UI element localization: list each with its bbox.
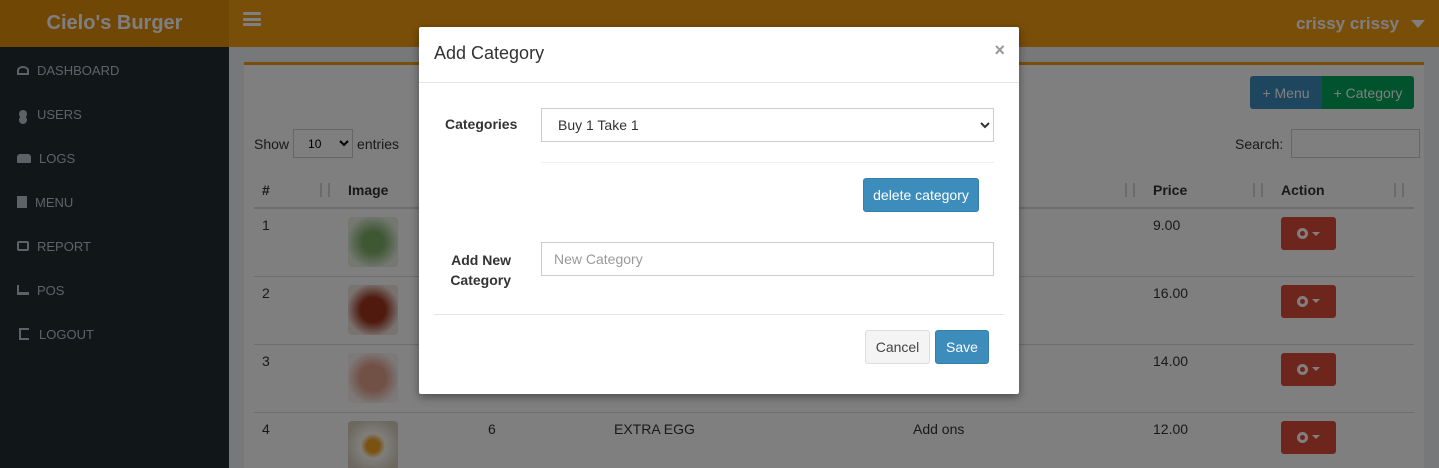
new-category-label: Add New Category bbox=[450, 252, 511, 288]
save-button[interactable]: Save bbox=[935, 330, 989, 364]
delete-category-button[interactable]: delete category bbox=[863, 178, 979, 212]
add-category-modal: Add Category × Categories Buy 1 Take 1 d… bbox=[419, 27, 1019, 394]
cancel-button[interactable]: Cancel bbox=[865, 330, 930, 364]
new-category-input[interactable] bbox=[541, 242, 994, 276]
modal-title: Add Category bbox=[434, 43, 545, 63]
categories-label: Categories bbox=[445, 116, 518, 132]
close-icon[interactable]: × bbox=[994, 41, 1005, 59]
modal-footer-divider bbox=[434, 314, 1004, 315]
divider bbox=[541, 162, 994, 163]
modal-header-divider bbox=[419, 82, 1019, 83]
categories-select[interactable]: Buy 1 Take 1 bbox=[541, 108, 994, 142]
